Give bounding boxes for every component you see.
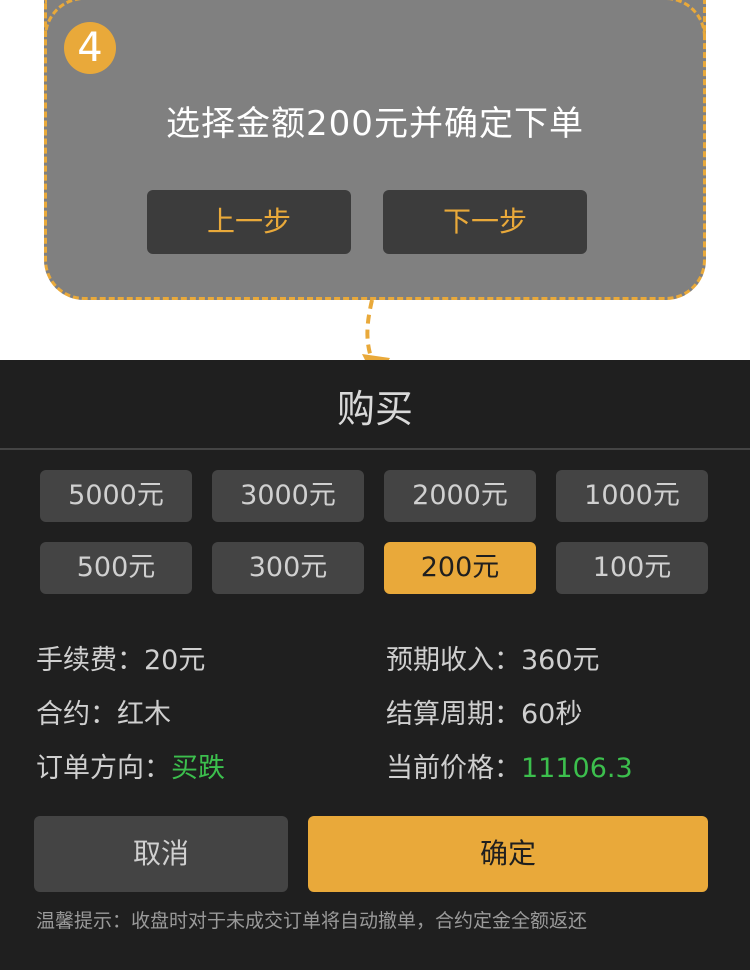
amount-option-200-selected[interactable]: 200元 <box>384 542 536 594</box>
amount-option-5000[interactable]: 5000元 <box>40 470 192 522</box>
fee-value: 20元 <box>144 645 206 676</box>
amount-option-3000[interactable]: 3000元 <box>212 470 364 522</box>
price-label: 当前价格： <box>386 753 521 784</box>
next-step-button[interactable]: 下一步 <box>383 190 587 254</box>
contract-value: 红木 <box>117 699 171 730</box>
contract-label: 合约： <box>36 699 117 730</box>
expected-income-value: 360元 <box>521 645 600 676</box>
notice-text: 温馨提示：收盘时对于未成交订单将自动撤单，合约定金全额返还 <box>36 910 588 932</box>
tutorial-tip: 4 选择金额200元并确定下单 上一步 下一步 <box>44 0 706 300</box>
price-value: 11106.3 <box>521 753 633 784</box>
contract-info: 合约：红木 <box>36 692 171 731</box>
amount-option-2000[interactable]: 2000元 <box>384 470 536 522</box>
divider <box>0 448 750 450</box>
step-number-badge: 4 <box>64 22 116 74</box>
amount-option-500[interactable]: 500元 <box>40 542 192 594</box>
settlement-label: 结算周期： <box>386 699 521 730</box>
purchase-panel: 购买 5000元 3000元 2000元 1000元 500元 300元 200… <box>0 360 750 970</box>
amount-option-1000[interactable]: 1000元 <box>556 470 708 522</box>
expected-income-label: 预期收入： <box>386 645 521 676</box>
confirm-button[interactable]: 确定 <box>308 816 708 892</box>
settlement-value: 60秒 <box>521 699 583 730</box>
panel-title: 购买 <box>336 387 413 431</box>
screen: 4 选择金额200元并确定下单 上一步 下一步 购买 5000元 3000元 2… <box>0 0 750 970</box>
expected-income-info: 预期收入：360元 <box>386 638 600 677</box>
fee-label: 手续费： <box>36 645 144 676</box>
tutorial-instruction: 选择金额200元并确定下单 <box>166 104 584 144</box>
cancel-button[interactable]: 取消 <box>34 816 288 892</box>
direction-value: 买跌 <box>171 753 225 784</box>
price-info: 当前价格：11106.3 <box>386 746 633 785</box>
fee-info: 手续费：20元 <box>36 638 205 677</box>
previous-step-button[interactable]: 上一步 <box>147 190 351 254</box>
direction-info: 订单方向：买跌 <box>36 746 225 785</box>
amount-option-300[interactable]: 300元 <box>212 542 364 594</box>
amount-option-100[interactable]: 100元 <box>556 542 708 594</box>
direction-label: 订单方向： <box>36 753 171 784</box>
settlement-info: 结算周期：60秒 <box>386 692 582 731</box>
